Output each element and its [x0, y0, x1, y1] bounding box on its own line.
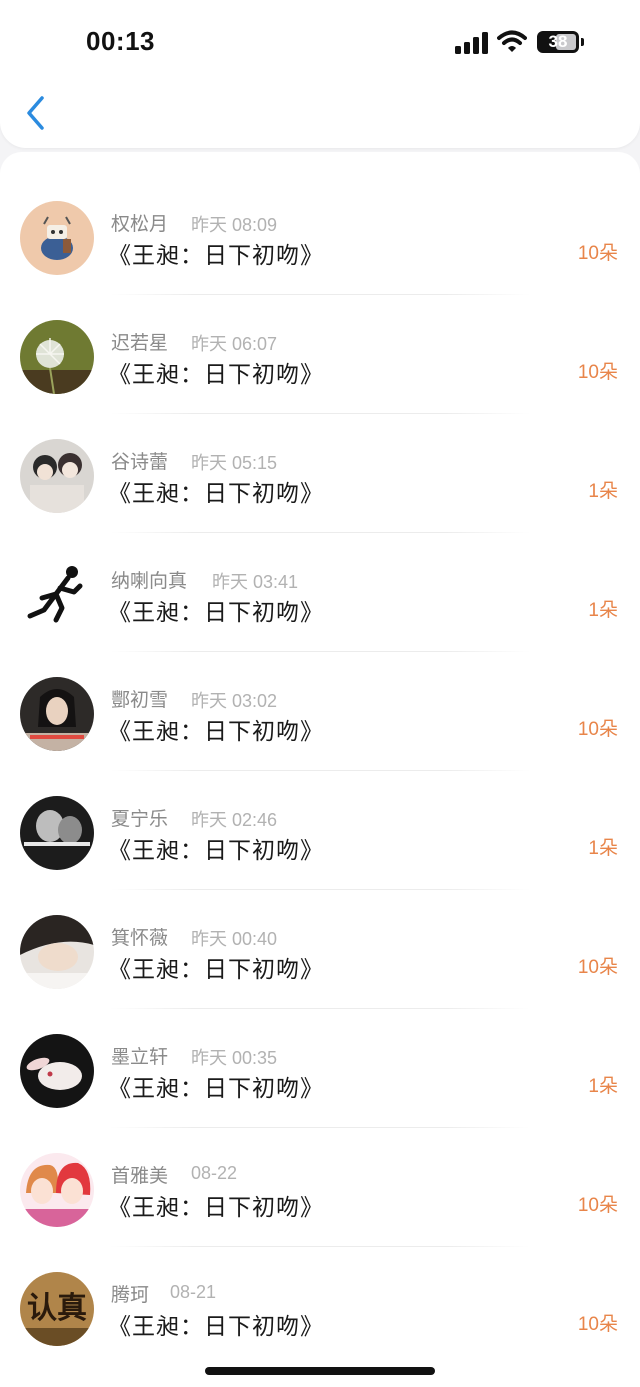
avatar[interactable]: 认真	[20, 1272, 94, 1346]
timestamp: 昨天 02:46	[191, 810, 278, 830]
flower-count: 1朵	[588, 838, 618, 859]
sender-name: 夏宁乐	[111, 809, 169, 830]
timestamp: 08-22	[191, 1163, 238, 1183]
sender-name: 谷诗蕾	[111, 452, 169, 473]
timestamp: 昨天 08:09	[191, 215, 278, 235]
list-item[interactable]: 认真 腾珂 08-21 《王昶：日下初吻》 10朵	[0, 1247, 640, 1366]
dandelion-avatar-icon	[20, 320, 94, 394]
list-item[interactable]: 夏宁乐 昨天 02:46 《王昶：日下初吻》 1朵	[0, 771, 640, 890]
battery-cap	[581, 38, 584, 46]
item-title: 《王昶：日下初吻》	[108, 242, 324, 268]
timestamp: 昨天 00:40	[191, 929, 278, 949]
item-title: 《王昶：日下初吻》	[108, 361, 324, 387]
list-item[interactable]: 纳喇向真 昨天 03:41 《王昶：日下初吻》 1朵	[0, 533, 640, 652]
item-title: 《王昶：日下初吻》	[108, 480, 324, 506]
sender-name: 纳喇向真	[111, 571, 188, 592]
sender-name: 箕怀薇	[111, 928, 169, 949]
list-item[interactable]: 箕怀薇 昨天 00:40 《王昶：日下初吻》 10朵	[0, 890, 640, 1009]
back-button[interactable]	[16, 90, 56, 136]
timestamp: 昨天 00:35	[191, 1048, 278, 1068]
avatar[interactable]	[20, 796, 94, 870]
sleeping-person-avatar-icon	[20, 915, 94, 989]
runner-avatar-icon	[20, 558, 94, 632]
wifi-icon	[497, 30, 527, 54]
avatar[interactable]	[20, 915, 94, 989]
flower-count: 10朵	[577, 1314, 618, 1335]
timestamp: 08-21	[170, 1282, 217, 1302]
list-item[interactable]: 首雅美 08-22 《王昶：日下初吻》 10朵	[0, 1128, 640, 1247]
timestamp: 昨天 03:02	[191, 691, 278, 711]
list-item[interactable]: 酆初雪 昨天 03:02 《王昶：日下初吻》 10朵	[0, 652, 640, 771]
timestamp: 昨天 03:41	[212, 572, 299, 592]
bw-photo-avatar-icon	[20, 796, 94, 870]
avatar[interactable]	[20, 558, 94, 632]
chevron-left-icon	[27, 96, 44, 130]
flower-count: 10朵	[577, 243, 618, 264]
status-time: 00:13	[86, 26, 155, 56]
cellular-signal-icon	[455, 32, 489, 54]
avatar[interactable]	[20, 1034, 94, 1108]
item-title: 《王昶：日下初吻》	[108, 599, 324, 625]
flower-count: 10朵	[577, 362, 618, 383]
item-title: 《王昶：日下初吻》	[108, 1194, 324, 1220]
flower-count: 10朵	[577, 719, 618, 740]
top-header: 00:13 38	[0, 0, 640, 148]
list-item[interactable]: 谷诗蕾 昨天 05:15 《王昶：日下初吻》 1朵	[0, 414, 640, 533]
avatar[interactable]	[20, 677, 94, 751]
rabbit-avatar-icon	[20, 1034, 94, 1108]
avatar[interactable]	[20, 320, 94, 394]
portrait-avatar-icon	[20, 677, 94, 751]
bunny-avatar-icon	[20, 201, 94, 275]
timestamp: 昨天 05:15	[191, 453, 278, 473]
sender-name: 权松月	[111, 214, 169, 235]
flower-count: 1朵	[588, 1076, 618, 1097]
battery-icon: 38	[537, 31, 579, 53]
list-item[interactable]: 迟若星 昨天 06:07 《王昶：日下初吻》 10朵	[0, 295, 640, 414]
item-title: 《王昶：日下初吻》	[108, 956, 324, 982]
item-title: 《王昶：日下初吻》	[108, 1075, 324, 1101]
avatar[interactable]	[20, 1153, 94, 1227]
battery-level: 38	[548, 32, 568, 51]
item-title: 《王昶：日下初吻》	[108, 718, 324, 744]
flower-count: 10朵	[577, 957, 618, 978]
sender-name: 迟若星	[111, 333, 169, 354]
sender-name: 墨立轩	[111, 1047, 169, 1068]
item-title: 《王昶：日下初吻》	[108, 1313, 324, 1339]
avatar[interactable]	[20, 439, 94, 513]
gift-list[interactable]: 权松月 昨天 08:09 《王昶：日下初吻》 10朵 迟若星 昨天 06:07 …	[0, 152, 640, 1387]
sender-name: 酆初雪	[111, 690, 169, 711]
avatar-text: 认真	[27, 1291, 87, 1326]
flower-count: 1朵	[588, 600, 618, 621]
list-item[interactable]: 墨立轩 昨天 00:35 《王昶：日下初吻》 1朵	[0, 1009, 640, 1128]
avatar[interactable]	[20, 201, 94, 275]
friends-photo-avatar-icon	[20, 439, 94, 513]
flower-count: 1朵	[588, 481, 618, 502]
list-item[interactable]: 权松月 昨天 08:09 《王昶：日下初吻》 10朵	[0, 176, 640, 295]
sender-name: 腾珂	[111, 1285, 150, 1306]
flower-count: 10朵	[577, 1195, 618, 1216]
timestamp: 昨天 06:07	[191, 334, 278, 354]
home-indicator[interactable]	[205, 1367, 435, 1375]
sender-name: 首雅美	[111, 1166, 169, 1187]
item-title: 《王昶：日下初吻》	[108, 837, 324, 863]
anime-couple-avatar-icon	[20, 1153, 94, 1227]
text-avatar-icon: 认真	[20, 1272, 94, 1346]
